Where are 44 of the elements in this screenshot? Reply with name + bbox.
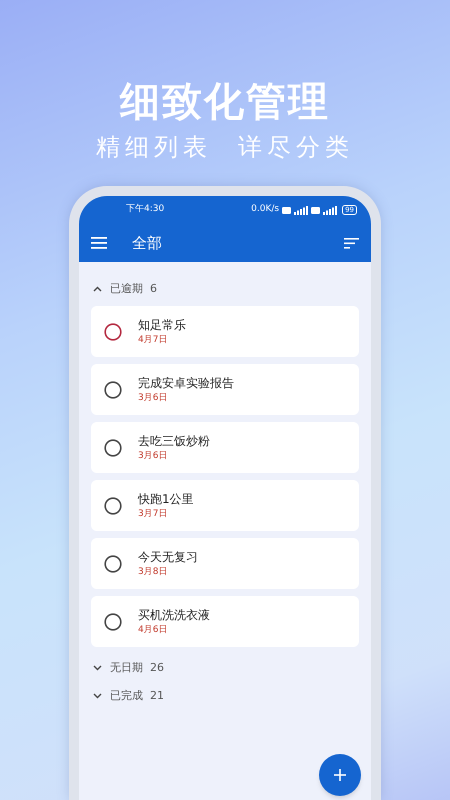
chevron-down-icon <box>93 693 102 699</box>
plus-icon <box>334 769 346 781</box>
network-speed: 0.0K/s <box>251 203 280 216</box>
task-date: 4月7日 <box>138 334 168 346</box>
menu-icon[interactable] <box>91 237 107 249</box>
task-title: 快跑1公里 <box>138 490 194 508</box>
task-checkbox[interactable] <box>104 612 122 630</box>
task-title: 去吃三饭炒粉 <box>138 432 210 450</box>
group-header[interactable]: 无日期 26 <box>91 657 166 679</box>
chevron-down-icon <box>93 665 102 671</box>
task-checkbox[interactable] <box>104 438 122 456</box>
task-date: 3月6日 <box>138 392 168 404</box>
task-date: 3月6日 <box>138 450 168 462</box>
hd-icon <box>311 206 320 214</box>
task-card[interactable]: 今天无复习 3月8日 <box>91 538 359 589</box>
task-card[interactable]: 快跑1公里 3月7日 <box>91 480 359 531</box>
task-checkbox[interactable] <box>104 554 122 572</box>
chevron-up-icon <box>93 286 102 292</box>
task-card[interactable]: 知足常乐 4月7日 <box>91 306 359 357</box>
sort-icon[interactable] <box>344 238 359 248</box>
group-header[interactable]: 已逾期 6 <box>91 278 159 300</box>
task-checkbox[interactable] <box>104 322 122 340</box>
task-date: 3月8日 <box>138 566 168 578</box>
hd-icon <box>282 206 292 214</box>
task-title: 知足常乐 <box>138 316 186 334</box>
status-time: 下午4:30 <box>126 203 164 216</box>
task-title: 今天无复习 <box>138 548 198 566</box>
app-title: 全部 <box>132 232 162 254</box>
task-title: 买机洗洗衣液 <box>138 606 210 624</box>
tagline: 详尽分类 <box>238 132 354 163</box>
task-card[interactable]: 去吃三饭炒粉 3月6日 <box>91 422 359 473</box>
signal-icon <box>294 206 308 214</box>
add-button[interactable] <box>319 754 361 796</box>
task-checkbox[interactable] <box>104 380 122 398</box>
headline: 细致化管理 <box>120 78 330 127</box>
task-title: 完成安卓实验报告 <box>138 374 234 392</box>
group-header[interactable]: 已完成 21 <box>91 685 166 707</box>
task-date: 4月6日 <box>138 624 168 636</box>
task-card[interactable]: 买机洗洗衣液 4月6日 <box>91 596 359 647</box>
task-checkbox[interactable] <box>104 496 122 514</box>
tagline: 精细列表 <box>96 132 212 163</box>
signal-icon <box>323 206 338 214</box>
task-card[interactable]: 完成安卓实验报告 3月6日 <box>91 364 359 415</box>
task-date: 3月7日 <box>138 508 168 520</box>
